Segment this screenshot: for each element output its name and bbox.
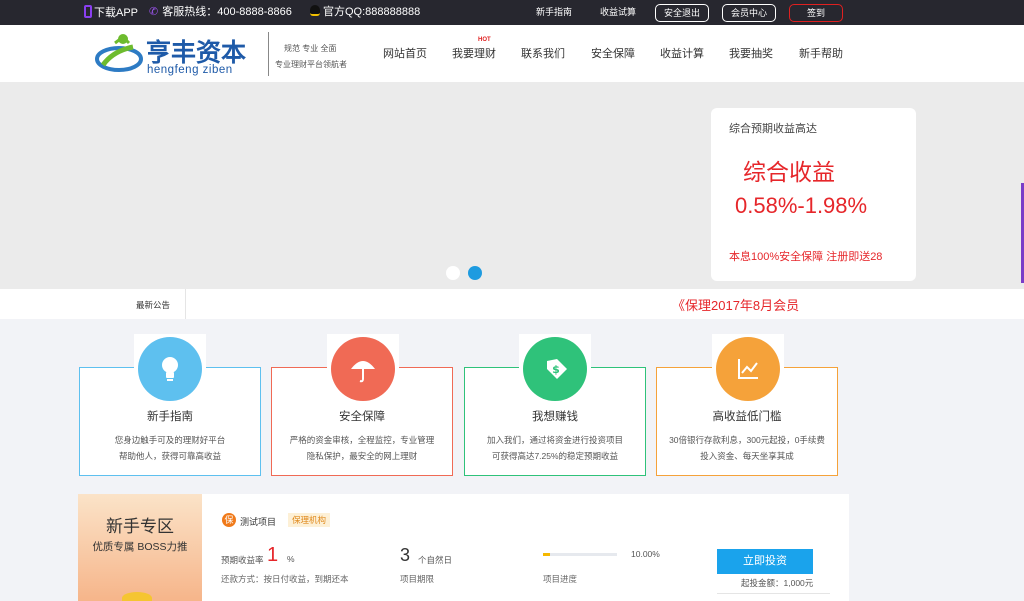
feature-desc: 严格的资金审核，全程监控，专业管理 隐私保护，最安全的网上理财 [289, 435, 435, 461]
progress-label: 项目进度 [543, 574, 578, 584]
yield-card-rate: 0.58%-1.98% [735, 193, 868, 218]
term-unit: 个自然日 [418, 555, 453, 565]
member-center-button[interactable]: 会员中心 [722, 4, 776, 22]
hotline: ✆ 客服热线：400-8888-8866 [149, 6, 292, 18]
invest-now-button[interactable]: 立即投资 [717, 549, 813, 574]
svg-text:$: $ [552, 363, 560, 376]
notice-label: 最新公告 [136, 300, 171, 310]
newbie-zone-subtitle: 优质专属 BOSS力推 [92, 541, 188, 553]
term-label: 项目期限 [400, 574, 435, 584]
yield-card: 综合预期收益高达 综合收益 0.58%-1.98% 本息100%安全保障 注册即… [711, 108, 916, 281]
notice-bar: 最新公告 《保理2017年8月会员 [0, 289, 1024, 319]
nav-contact[interactable]: 联系我们 [521, 45, 565, 61]
product-tag: 保理机构 [288, 513, 331, 527]
qq-penguin-icon [310, 5, 320, 16]
topbar-calc-link[interactable]: 收益试算 [600, 0, 636, 25]
logo-pinyin: hengfeng ziben [147, 64, 233, 76]
phone-icon: ✆ [149, 6, 159, 18]
official-qq: 官方QQ:888888888 [310, 0, 420, 25]
nav-home[interactable]: 网站首页 [383, 45, 427, 61]
notice-divider [185, 289, 186, 319]
feature-desc: 30倍银行存款利息，300元起投，0手续费 投入资金、每天坐享其成 [669, 435, 825, 461]
money-tag-icon: $ [523, 337, 587, 401]
chart-icon [716, 337, 780, 401]
logo-slogan-1: 规范 专业 全面 [284, 44, 337, 53]
progress-percent: 10.00% [631, 549, 660, 559]
feature-title: 安全保障 [339, 411, 385, 423]
feature-title: 我想赚钱 [532, 411, 578, 423]
notice-marquee: 《保理2017年8月会员 [200, 289, 816, 319]
yield-card-footer: 本息100%安全保障 注册即送28 [729, 251, 883, 263]
min-invest-amount: 起投金额：1,000元 [741, 578, 814, 588]
feature-title: 新手指南 [147, 411, 193, 423]
nav-invest[interactable]: 我要理财 [452, 45, 496, 61]
nav-lottery[interactable]: 我要抽奖 [729, 45, 773, 61]
topbar-guide-link[interactable]: 新手指南 [536, 0, 572, 25]
nav-calculator[interactable]: 收益计算 [660, 45, 704, 61]
logo[interactable]: 亨丰资本 hengfeng ziben [93, 29, 268, 79]
lightbulb-icon [138, 337, 202, 401]
download-app-link[interactable]: 下载APP [84, 0, 138, 25]
progress-fill [543, 553, 551, 556]
carousel-dot-2[interactable] [468, 266, 482, 280]
term-value: 3 [400, 545, 411, 565]
product-card: 保 测试项目 保理机构 预期收益率 1 % 还款方式：按日付收益，到期还本 3 … [202, 494, 849, 601]
product-name[interactable]: 测试项目 [240, 515, 276, 528]
guarantee-badge-icon: 保 [222, 513, 236, 527]
top-bar: 下载APP ✆ 客服热线：400-8888-8866 官方QQ:888888888… [0, 0, 1024, 25]
rate-label: 预期收益率 [221, 555, 264, 565]
newbie-zone-title: 新手专区 [106, 517, 174, 536]
notice-text[interactable]: 《保理2017年8月会员 [672, 295, 799, 314]
feature-title: 高收益低门槛 [712, 411, 782, 423]
newbie-zone-banner[interactable]: 新手专区 优质专属 BOSS力推 [78, 494, 202, 601]
header: 亨丰资本 hengfeng ziben 规范 专业 全面 专业理财平台领航者 网… [0, 25, 1024, 82]
signin-button[interactable]: 签到 [789, 4, 843, 22]
mobile-icon [84, 5, 92, 18]
logo-divider [268, 32, 269, 76]
feature-desc: 您身边触手可及的理财好平台 帮助他人，获得可靠高收益 [114, 435, 226, 461]
nav-security[interactable]: 安全保障 [591, 45, 635, 61]
rate-value: 1 [267, 544, 279, 566]
feature-desc: 加入我们，通过将资金进行投资项目 可获得高达7.25%的稳定预期收益 [486, 435, 623, 461]
carousel-dot-1[interactable] [446, 266, 460, 280]
progress-bar [543, 553, 617, 556]
nav-hot-badge: HOT [478, 37, 491, 43]
umbrella-icon [331, 337, 395, 401]
repay-method: 还款方式：按日付收益，到期还本 [221, 574, 349, 584]
nav-help[interactable]: 新手帮助 [799, 45, 843, 61]
logo-slogan-2: 专业理财平台领航者 [275, 60, 347, 69]
rate-unit: % [287, 554, 295, 564]
yield-card-subtitle: 综合预期收益高达 [729, 123, 817, 135]
logout-button[interactable]: 安全退出 [655, 4, 709, 22]
yield-card-title: 综合收益 [743, 159, 835, 185]
logo-emblem-icon [95, 34, 143, 72]
product-divider [717, 593, 830, 594]
gold-coin-icon [122, 592, 152, 601]
